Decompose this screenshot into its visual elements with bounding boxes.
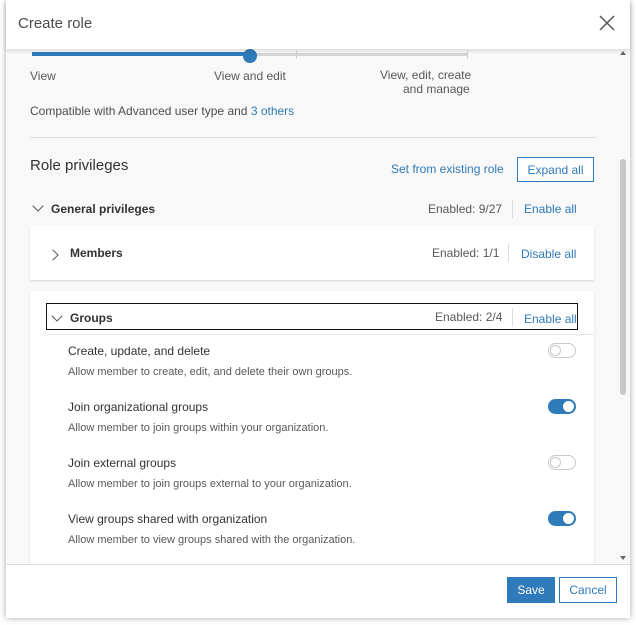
compatibility-text: Compatible with Advanced user type and [30,104,248,118]
privilege-title: Join organizational groups [68,400,209,414]
general-enable-all-link[interactable]: Enable all [524,202,577,216]
dialog-header: Create role [6,0,630,49]
chevron-down-icon[interactable] [32,200,44,212]
dialog-body[interactable]: View View and edit View, edit, create an… [6,49,630,564]
scroll-up-icon[interactable] [620,51,626,55]
create-role-dialog: Create role View View and edit View, edi… [6,0,630,618]
dialog-footer: Save Cancel [6,564,630,618]
separator [512,200,513,218]
slider-tick [296,51,297,59]
toggle-knob [563,513,574,524]
slider-tick [467,51,468,59]
slider-label-and-manage: and manage [403,82,470,96]
others-link[interactable]: 3 others [251,104,294,118]
save-button[interactable]: Save [507,577,555,603]
general-privileges-label[interactable]: General privileges [51,202,155,216]
privilege-description: Allow member to view groups shared with … [68,534,356,546]
slider-label-view-edit-create: View, edit, create [380,68,472,82]
cancel-button[interactable]: Cancel [559,577,617,603]
slider-thumb[interactable] [243,49,257,63]
view-shared-groups-toggle[interactable] [548,511,576,526]
privilege-description: Allow member to join groups within your … [68,422,329,434]
privilege-title: Join external groups [68,456,177,470]
slider-label-view: View [30,69,56,83]
toggle-knob [550,457,561,468]
role-privileges-title: Role privileges [30,157,129,174]
expand-all-button[interactable]: Expand all [517,157,594,182]
groups-enable-all-link[interactable]: Enable all [524,312,577,326]
slider-label-view-and-edit: View and edit [214,69,286,83]
create-update-delete-toggle[interactable] [548,343,576,358]
groups-label[interactable]: Groups [70,311,113,325]
toggle-knob [563,401,574,412]
scrollbar[interactable] [618,49,628,564]
divider [30,137,596,138]
separator [508,244,509,262]
general-enabled-count: Enabled: 9/27 [428,202,503,216]
members-disable-all-link[interactable]: Disable all [521,247,576,261]
privilege-title: Create, update, and delete [68,344,211,358]
divider [48,334,594,335]
join-external-groups-toggle[interactable] [548,455,576,470]
groups-enabled-count: Enabled: 2/4 [435,310,503,324]
privilege-description: Allow member to join groups external to … [68,478,352,490]
scroll-down-icon[interactable] [620,556,626,560]
scrollbar-thumb[interactable] [620,159,626,395]
slider-fill [32,52,250,56]
close-icon[interactable] [598,14,616,32]
compatibility-note: Compatible with Advanced user type and 3… [30,104,294,118]
privilege-description: Allow member to create, edit, and delete… [68,366,353,378]
dialog-title: Create role [18,15,93,32]
members-label[interactable]: Members [70,246,123,260]
join-org-groups-toggle[interactable] [548,399,576,414]
privilege-title: View groups shared with organization [68,512,268,526]
separator [512,308,513,326]
members-enabled-count: Enabled: 1/1 [432,246,500,260]
toggle-knob [550,345,561,356]
set-from-existing-role-link[interactable]: Set from existing role [391,162,504,176]
